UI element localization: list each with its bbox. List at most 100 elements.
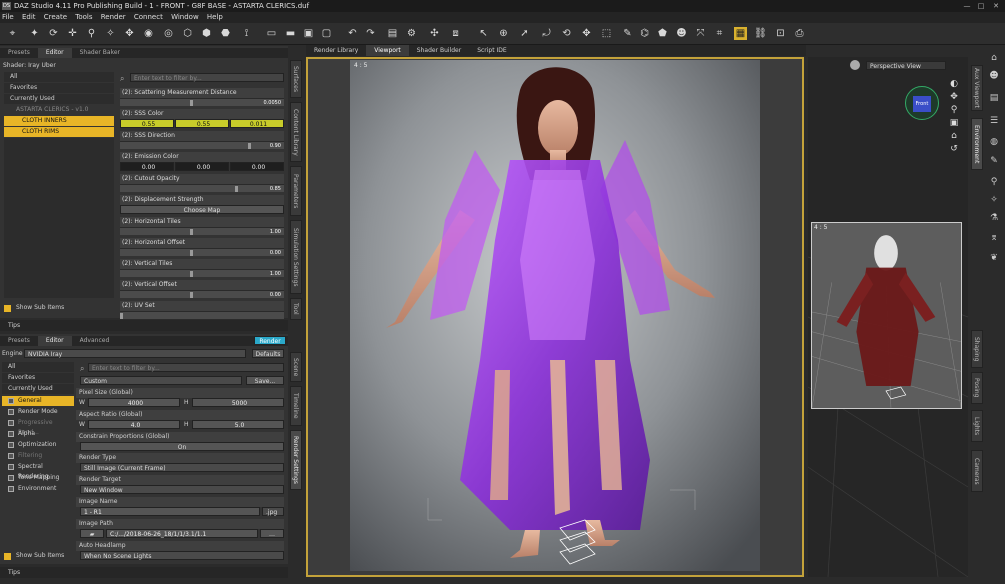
image-name-input[interactable]: 1 - R1 [80, 507, 260, 516]
tool-weight-icon[interactable]: ⬢ [200, 27, 213, 40]
render-tips-bar[interactable]: Tips [0, 567, 288, 578]
tool-grid-icon[interactable]: ⌗ [713, 27, 726, 40]
pixel-height-input[interactable]: 5000 [192, 398, 284, 407]
slider-knob[interactable] [190, 250, 193, 256]
tab-aux-viewport[interactable]: Aux Viewport [971, 65, 983, 111]
tab-shaping[interactable]: Shaping [971, 330, 983, 368]
tree-item-cloth-inners[interactable]: CLOTH INNERS [4, 116, 114, 126]
tool-geometry-icon[interactable]: ⬡ [181, 27, 194, 40]
nav-cube-face[interactable]: Front [913, 96, 931, 112]
render-icon[interactable]: ▤ [386, 27, 399, 40]
tab-editor[interactable]: Editor [37, 48, 72, 58]
tool-rotate-icon[interactable]: ⟳ [47, 27, 60, 40]
tab-posing[interactable]: Posing [971, 372, 983, 404]
slider-knob[interactable] [120, 313, 123, 319]
tool-shape-icon[interactable]: ⬟ [656, 27, 669, 40]
tips-bar[interactable]: Tips [0, 320, 288, 331]
reset-view-icon[interactable]: ↺ [948, 143, 960, 156]
person-icon[interactable]: ☻ [987, 70, 1001, 82]
tool-bones-icon[interactable]: ⚲ [85, 27, 98, 40]
prop-slider[interactable]: 0.90 [120, 141, 284, 149]
aspect-width-input[interactable]: 4.0 [88, 420, 180, 429]
color-channel-input[interactable]: 0.00 [120, 162, 174, 171]
filter-favorites[interactable]: Favorites [4, 83, 114, 93]
render-viewport[interactable] [350, 60, 760, 571]
tree-root[interactable]: ASTARTA CLERICS - v1.0 [4, 105, 114, 115]
filter-all[interactable]: All [4, 72, 114, 82]
tool-translate-icon[interactable]: ✥ [580, 27, 593, 40]
tool-snap-icon[interactable]: ⊡ [774, 27, 787, 40]
aux-viewport[interactable] [811, 222, 962, 409]
render-filter-all[interactable]: All [2, 362, 74, 372]
save-icon[interactable]: ▣ [302, 27, 315, 40]
tool-orbit-icon[interactable]: ⊕ [497, 27, 510, 40]
tab-environment[interactable]: Environment [971, 118, 983, 170]
menu-file[interactable]: File [2, 13, 14, 21]
close-button[interactable]: ✕ [989, 0, 1003, 12]
image-ext-select[interactable]: .jpg [262, 507, 284, 516]
image-path-input[interactable]: C:/.../2018-06-26_18/1/1/3.1/1.1 [106, 529, 258, 538]
prop-slider[interactable]: 1.00 [120, 227, 284, 235]
tool-figure-icon[interactable]: ✧ [104, 27, 117, 40]
slider-knob[interactable] [235, 186, 238, 192]
menu-create[interactable]: Create [44, 13, 67, 21]
render-target-select[interactable]: New Window [80, 485, 284, 494]
color-channel-input[interactable]: 0.011 [230, 119, 284, 128]
aspect-height-input[interactable]: 5.0 [192, 420, 284, 429]
tool-mesh-icon[interactable]: ⌬ [638, 27, 651, 40]
pan-icon[interactable]: ✥ [948, 91, 960, 104]
globe-icon[interactable]: ◍ [987, 136, 1001, 148]
tool-camera-icon[interactable]: ◉ [142, 27, 155, 40]
tab-render-editor[interactable]: Editor [37, 336, 72, 346]
tab-viewport[interactable]: Viewport [366, 45, 409, 56]
defaults-button[interactable]: Defaults [252, 349, 284, 358]
slider-knob[interactable] [190, 292, 193, 298]
render-filter-favorites[interactable]: Favorites [2, 373, 74, 383]
tool-spin-icon[interactable]: ⟲ [560, 27, 573, 40]
render-settings-icon[interactable]: ⚙ [405, 27, 418, 40]
color-channel-input[interactable]: 0.55 [175, 119, 229, 128]
minimize-button[interactable]: — [960, 0, 974, 12]
tool-link-icon[interactable]: ⛓ [754, 27, 767, 40]
tool-joint-icon[interactable]: ⟟ [240, 27, 253, 40]
tab-timeline[interactable]: Timeline [290, 386, 302, 426]
tool-select-icon[interactable]: ⌖ [6, 27, 19, 40]
filter-currently-used[interactable]: Currently Used [4, 94, 114, 104]
browse-path-button[interactable]: … [260, 529, 284, 538]
tool-morph-icon[interactable]: ⤧ [694, 27, 707, 40]
tool-region-icon[interactable]: ⬣ [219, 27, 232, 40]
browse-folder-icon[interactable]: ▰ [80, 529, 104, 538]
auto-headlamp-select[interactable]: When No Scene Lights [80, 551, 284, 560]
tool-pointer-icon[interactable]: ↖ [477, 27, 490, 40]
tool-scale-icon[interactable]: ⧈ [449, 27, 462, 40]
choose-map-button[interactable]: Choose Map [120, 205, 284, 214]
tab-content-library[interactable]: Content Library [290, 102, 302, 162]
tab-shader-builder[interactable]: Shader Builder [409, 45, 469, 56]
open-icon[interactable]: ▬ [284, 27, 297, 40]
slider-knob[interactable] [190, 100, 193, 106]
menu-connect[interactable]: Connect [134, 13, 163, 21]
menu-edit[interactable]: Edit [22, 13, 36, 21]
screenshot-icon[interactable]: ⎙ [793, 27, 806, 40]
color-channel-input[interactable]: 0.00 [230, 162, 284, 171]
tab-render-presets[interactable]: Presets [0, 336, 38, 346]
tab-render-settings[interactable]: Render Settings [290, 430, 302, 490]
list-icon[interactable]: ☰ [987, 115, 1001, 127]
render-type-select[interactable]: Still Image (Current Frame) [80, 463, 284, 472]
surfaces-filter-input[interactable]: Enter text to filter by... [130, 73, 284, 82]
render-filter-input[interactable]: Enter text to filter by... [88, 363, 284, 372]
tab-shader-baker[interactable]: Shader Baker [72, 48, 128, 58]
tool-surface-icon[interactable]: ◎ [162, 27, 175, 40]
prop-slider[interactable]: 0.00 [120, 290, 284, 298]
prop-slider[interactable] [120, 311, 284, 319]
tab-render-advanced[interactable]: Advanced [72, 336, 118, 346]
camera-sphere-icon[interactable] [850, 60, 860, 70]
tab-parameters[interactable]: Parameters [290, 166, 302, 216]
bottle-icon[interactable]: ⚗ [987, 212, 1001, 224]
menu-window[interactable]: Window [171, 13, 199, 21]
tool-move-icon[interactable]: ✥ [123, 27, 136, 40]
render-filter-currently-used[interactable]: Currently Used [2, 384, 74, 394]
tree-item-cloth-rims[interactable]: CLOTH RIMS [4, 127, 114, 137]
tab-script-ide[interactable]: Script IDE [469, 45, 515, 56]
slider-knob[interactable] [248, 143, 251, 149]
